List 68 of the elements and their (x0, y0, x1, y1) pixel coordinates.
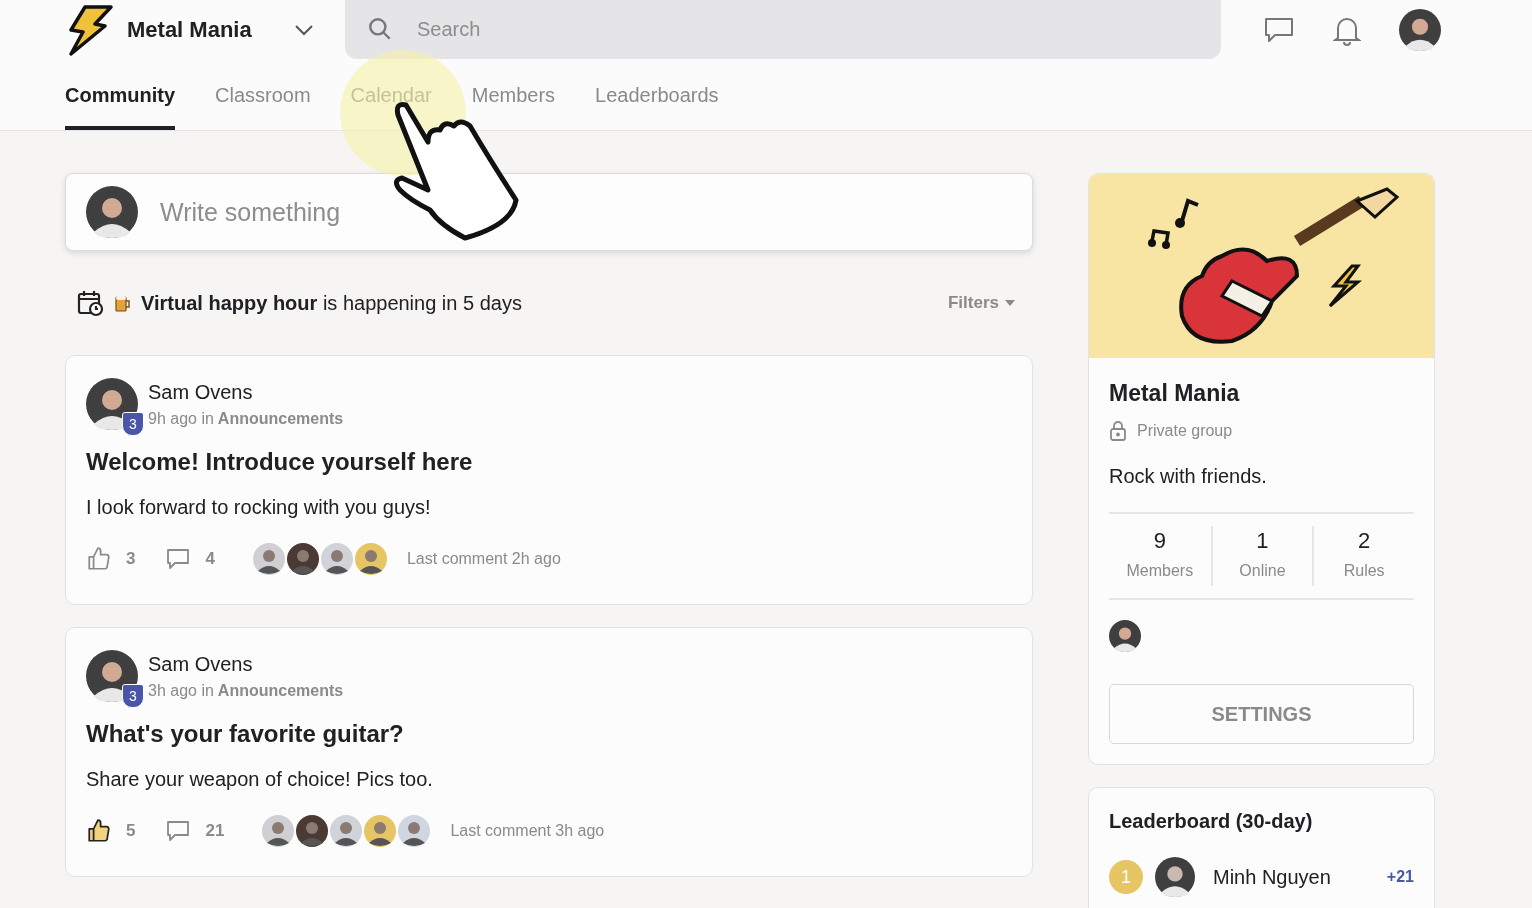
post-title: What's your favorite guitar? (86, 720, 405, 748)
post-card[interactable]: 3 Sam Ovens 3h ago in Announcements What's your favorite guitar? Share your weapon of choice! Pics too. 5 21 Last comment 3h ago (65, 627, 1033, 877)
author-name: Sam Ovens (148, 380, 254, 404)
beer-mug-icon (115, 294, 131, 312)
stat-label: Members (1126, 562, 1194, 580)
nav-tab[interactable]: Classroom (215, 60, 311, 130)
level-badge: 3 (122, 684, 144, 708)
search-icon (367, 16, 393, 42)
commenter-avatar (330, 815, 363, 847)
chat-icon[interactable] (1263, 16, 1295, 44)
stat-value: 9 (1153, 528, 1166, 554)
nav-tab[interactable]: Members (471, 60, 556, 130)
nav-tab[interactable]: Community (65, 60, 175, 130)
lock-icon (1109, 421, 1127, 441)
last-comment-time: Last comment 3h ago (450, 822, 605, 840)
profile-avatar[interactable] (1399, 9, 1441, 51)
filters-dropdown[interactable]: Filters (941, 292, 1021, 314)
group-name: Metal Mania (127, 17, 252, 43)
points-label: +21 (1386, 868, 1414, 886)
avatar-circle (86, 650, 138, 702)
commenter-avatar (296, 815, 329, 847)
settings-button[interactable]: SETTINGS (1109, 684, 1414, 744)
comment-count: 4 (205, 549, 215, 569)
avatar-circle (1155, 857, 1195, 897)
rank-medal: 1 (1109, 860, 1143, 894)
stat-label: Online (1239, 562, 1286, 580)
thumbs-up-icon[interactable] (86, 818, 112, 844)
stat-value: 2 (1358, 528, 1371, 554)
nav-tab[interactable]: Leaderboards (595, 60, 719, 130)
post-title: Welcome! Introduce yourself here (86, 448, 474, 476)
group-title: Metal Mania (1109, 380, 1241, 407)
event-banner-text: Virtual happy hour is happening in 5 days (141, 291, 523, 315)
commenter-avatar (354, 543, 387, 575)
author-name: Sam Ovens (148, 652, 254, 676)
stat-label: Rules (1343, 562, 1385, 580)
member-avatar (1109, 620, 1141, 652)
caret-down-icon (1005, 300, 1015, 306)
privacy-label: Private group (1137, 422, 1233, 440)
commenter-avatar (364, 815, 397, 847)
post-card[interactable]: 3 Sam Ovens 9h ago in Announcements Welcome! Introduce yourself here I look forward to rocking with you guys! 3 4 Last comment 2h ago (65, 355, 1033, 605)
post-time: 3h ago in (148, 681, 214, 700)
commenter-avatar (286, 543, 319, 575)
stat-value: 1 (1256, 528, 1269, 554)
last-comment-time: Last comment 2h ago (406, 550, 561, 568)
commenter-avatar (398, 815, 431, 847)
group-description: Rock with friends. (1109, 465, 1414, 514)
avatar-circle (1399, 9, 1441, 51)
comment-icon[interactable] (165, 547, 192, 571)
post-time: 9h ago in (148, 409, 214, 428)
chevron-down-icon[interactable] (293, 24, 314, 36)
comment-count: 21 (205, 821, 225, 841)
avatar-circle (86, 378, 138, 430)
category-link[interactable]: Announcements (217, 409, 344, 428)
commenter-avatar (252, 543, 285, 575)
calendar-clock-icon (77, 289, 105, 317)
comment-icon[interactable] (165, 819, 192, 843)
commenter-avatar (262, 815, 295, 847)
post-body: Share your weapon of choice! Pics too. (86, 768, 434, 791)
commenter-avatar (320, 543, 353, 575)
like-count: 3 (126, 549, 136, 569)
like-count: 5 (126, 821, 136, 841)
member-name: Minh Nguyen (1213, 865, 1332, 889)
post-body: I look forward to rocking with you guys! (86, 496, 432, 519)
leaderboard-title: Leaderboard (30-day) (1109, 810, 1314, 833)
category-link[interactable]: Announcements (217, 681, 344, 700)
thumbs-up-icon[interactable] (86, 546, 112, 572)
avatar-circle (86, 186, 138, 238)
level-badge: 3 (122, 412, 144, 436)
